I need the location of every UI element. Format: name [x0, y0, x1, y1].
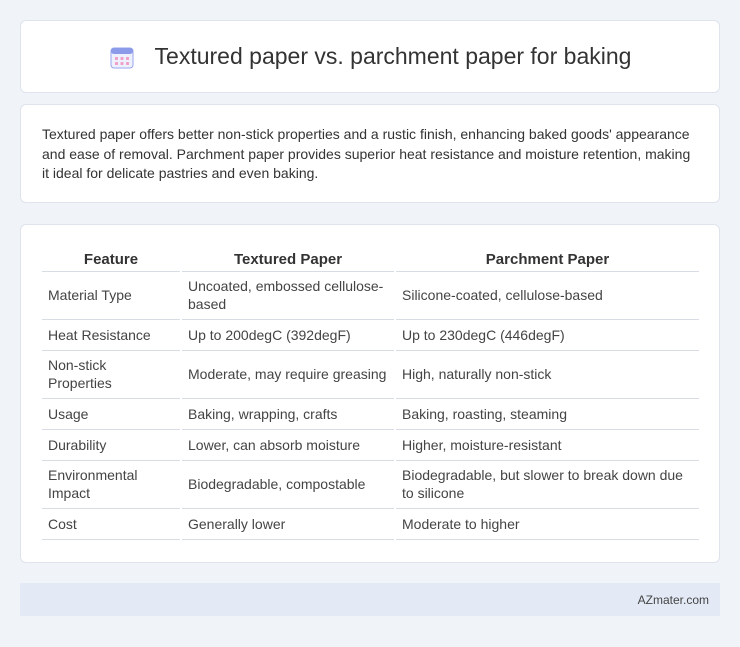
- feature-cell: Heat Resistance: [42, 319, 181, 351]
- textured-cell: Biodegradable, compostable: [180, 460, 395, 509]
- table-row: Environmental Impact Biodegradable, comp…: [42, 460, 699, 509]
- summary-text: Textured paper offers better non-stick p…: [42, 126, 691, 181]
- table-header-row: Feature Textured Paper Parchment Paper: [42, 245, 699, 272]
- parchment-cell: Higher, moisture-resistant: [394, 429, 699, 461]
- parchment-cell: High, naturally non-stick: [394, 350, 699, 399]
- footer-bar: AZmater.com: [20, 583, 720, 616]
- parchment-cell: Baking, roasting, steaming: [394, 398, 699, 430]
- table-row: Non-stick Properties Moderate, may requi…: [42, 350, 699, 399]
- header-feature: Feature: [42, 245, 181, 272]
- footer-brand: AZmater.com: [637, 592, 709, 607]
- textured-cell: Lower, can absorb moisture: [180, 429, 395, 461]
- feature-cell: Cost: [42, 508, 181, 540]
- comparison-card: Feature Textured Paper Parchment Paper M…: [20, 224, 720, 563]
- title-card: Textured paper vs. parchment paper for b…: [20, 20, 720, 93]
- parchment-cell: Biodegradable, but slower to break down …: [394, 460, 699, 509]
- header-parchment-paper: Parchment Paper: [394, 245, 699, 272]
- textured-cell: Moderate, may require greasing: [180, 350, 395, 399]
- feature-cell: Usage: [42, 398, 181, 430]
- table-row: Durability Lower, can absorb moisture Hi…: [42, 429, 699, 461]
- textured-cell: Uncoated, embossed cellulose-based: [180, 271, 395, 320]
- parchment-cell: Up to 230degC (446degF): [394, 319, 699, 351]
- textured-cell: Up to 200degC (392degF): [180, 319, 395, 351]
- summary-card: Textured paper offers better non-stick p…: [20, 104, 720, 203]
- textured-cell: Generally lower: [180, 508, 395, 540]
- feature-cell: Durability: [42, 429, 181, 461]
- table-row: Usage Baking, wrapping, crafts Baking, r…: [42, 398, 699, 430]
- table-row: Material Type Uncoated, embossed cellulo…: [42, 271, 699, 320]
- table-row: Heat Resistance Up to 200degC (392degF) …: [42, 319, 699, 351]
- parchment-cell: Silicone-coated, cellulose-based: [394, 271, 699, 320]
- comparison-table: Feature Textured Paper Parchment Paper M…: [42, 245, 699, 540]
- calendar-icon: [110, 47, 134, 68]
- feature-cell: Material Type: [42, 271, 181, 320]
- table-row: Cost Generally lower Moderate to higher: [42, 508, 699, 540]
- page-title: Textured paper vs. parchment paper for b…: [154, 43, 632, 69]
- parchment-cell: Moderate to higher: [394, 508, 699, 540]
- header-textured-paper: Textured Paper: [180, 245, 395, 272]
- feature-cell: Environmental Impact: [42, 460, 181, 509]
- feature-cell: Non-stick Properties: [42, 350, 181, 399]
- textured-cell: Baking, wrapping, crafts: [180, 398, 395, 430]
